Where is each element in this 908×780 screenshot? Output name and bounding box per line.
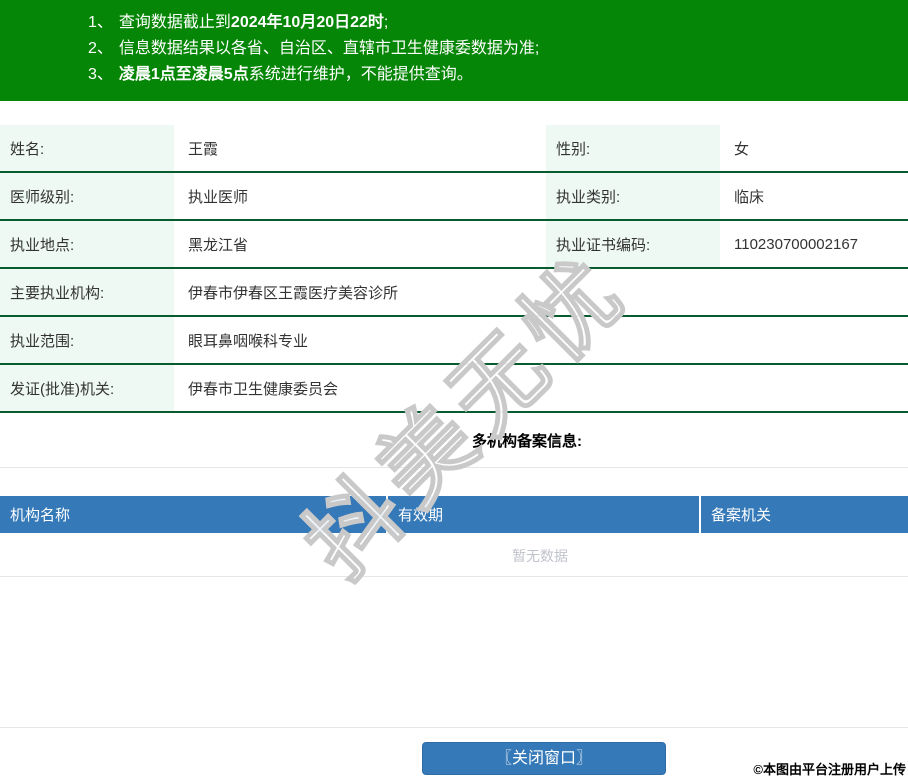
table-row: 发证(批准)机关: 伊春市卫生健康委员会 — [0, 365, 908, 413]
filing-table: 机构名称 有效期 备案机关 暂无数据 — [0, 496, 908, 577]
table-row: 医师级别: 执业医师 执业类别: 临床 — [0, 173, 908, 221]
notice-text: 系统进行维护，不能提供查询。 — [248, 66, 473, 83]
field-label-practice-scope: 执业范围: — [0, 317, 174, 363]
close-window-button[interactable]: 〖关闭窗口〗 — [422, 742, 666, 775]
field-label-practice-location: 执业地点: — [0, 221, 174, 267]
field-value-doctor-level: 执业医师 — [188, 188, 249, 206]
notice-banner: 1、 查询数据截止到2024年10月20日22时; 2、 信息数据结果以各省、自治区… — [0, 0, 908, 101]
notice-marker: 2、 — [88, 40, 113, 57]
field-label-doctor-level: 医师级别: — [0, 173, 174, 219]
field-value-certificate-number: 110230700002167 — [734, 235, 859, 253]
practitioner-info-table: 姓名: 王霞 性别: 女 医师级别: 执业医师 执业类别: 临床 执业地点: 黑… — [0, 125, 908, 413]
field-label-issuing-authority: 发证(批准)机关: — [0, 365, 174, 411]
notice-marker: 3、 — [88, 66, 113, 83]
table-row: 执业范围: 眼耳鼻咽喉科专业 — [0, 317, 908, 365]
empty-data-row: 暂无数据 — [0, 533, 908, 577]
notice-text: 信息数据结果以各省、自治区、直辖市卫生健康委数据为准; — [118, 40, 540, 57]
field-value-practice-category: 临床 — [734, 188, 765, 206]
notice-text: ; — [383, 14, 389, 31]
field-value-main-institution: 伊春市伊春区王霞医疗美容诊所 — [188, 284, 399, 302]
notice-text-bold: 凌晨1点至凌晨5点 — [118, 66, 249, 83]
empty-data-text: 暂无数据 — [512, 548, 568, 564]
notice-line-2: 2、 信息数据结果以各省、自治区、直辖市卫生健康委数据为准; — [88, 36, 888, 62]
notice-line-3: 3、 凌晨1点至凌晨5点系统进行维护，不能提供查询。 — [88, 62, 888, 88]
table-row: 主要执业机构: 伊春市伊春区王霞医疗美容诊所 — [0, 269, 908, 317]
field-value-issuing-authority: 伊春市卫生健康委员会 — [188, 380, 339, 398]
field-label-name: 姓名: — [0, 125, 174, 171]
field-value-practice-location: 黑龙江省 — [188, 236, 249, 254]
table-row: 姓名: 王霞 性别: 女 — [0, 125, 908, 173]
field-label-certificate-number: 执业证书编码: — [546, 221, 720, 267]
notice-text: 查询数据截止到 — [118, 14, 231, 31]
column-header-validity-period: 有效期 — [388, 496, 701, 533]
divider — [0, 467, 908, 468]
table-row: 执业地点: 黑龙江省 执业证书编码: 110230700002167 — [0, 221, 908, 269]
field-label-main-institution: 主要执业机构: — [0, 269, 174, 315]
divider — [0, 727, 908, 728]
notice-marker: 1、 — [88, 14, 113, 31]
column-header-institution-name: 机构名称 — [0, 496, 388, 533]
notice-line-1: 1、 查询数据截止到2024年10月20日22时; — [88, 10, 888, 36]
notice-text-bold: 2024年10月20日22时 — [230, 14, 384, 31]
copyright-text: ©本图由平台注册用户上传 — [753, 762, 906, 777]
filing-section-title: 多机构备案信息: — [472, 433, 582, 450]
field-value-name: 王霞 — [188, 140, 219, 158]
field-value-practice-scope: 眼耳鼻咽喉科专业 — [188, 332, 309, 350]
filing-table-header: 机构名称 有效期 备案机关 — [0, 496, 908, 533]
field-value-gender: 女 — [734, 140, 750, 158]
column-header-filing-authority: 备案机关 — [711, 507, 772, 524]
field-label-practice-category: 执业类别: — [546, 173, 720, 219]
field-label-gender: 性别: — [546, 125, 720, 171]
